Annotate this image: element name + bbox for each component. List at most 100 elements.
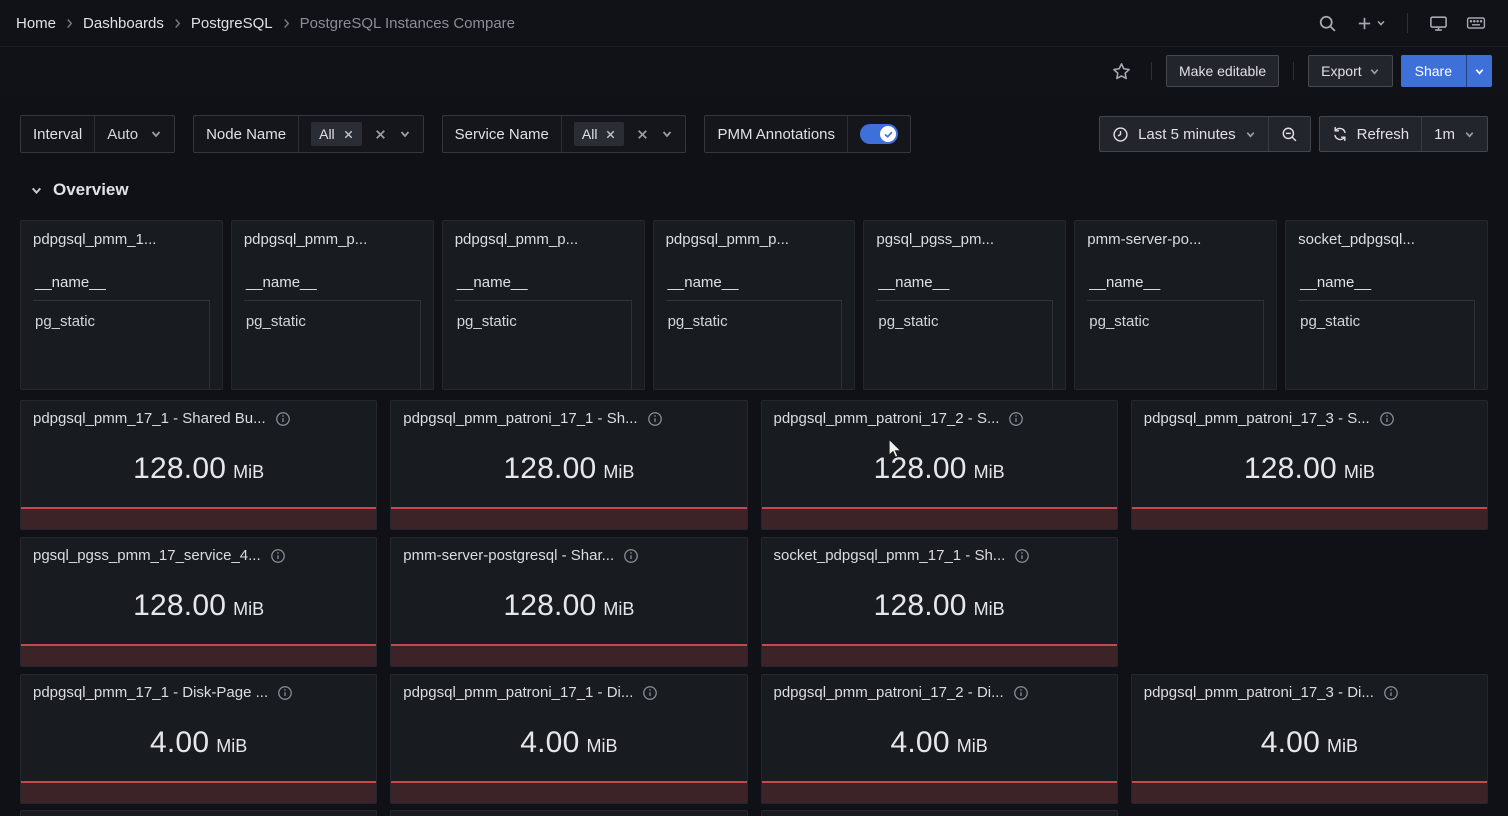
panel-top-edge [761,810,1118,816]
panel-title[interactable]: pmm-server-postgresql - Shar... [403,547,614,564]
monitor-button[interactable] [1422,7,1454,39]
table-column-header: __name__ [1298,274,1475,301]
info-icon[interactable] [1008,411,1024,427]
panel-title[interactable]: pdpgsql_pmm_17_1 - Disk-Page ... [33,684,268,701]
make-editable-button[interactable]: Make editable [1166,55,1279,87]
chevron-down-icon[interactable] [661,128,673,140]
panel-title[interactable]: pgsql_pgss_pm... [864,221,1065,248]
close-icon[interactable] [343,129,354,140]
info-icon[interactable] [1013,685,1029,701]
stat-sparkline-bar [762,644,1117,666]
pmm-annotations-toggle[interactable] [860,124,898,144]
variable-filters: Interval Auto Node Name All [20,115,911,153]
time-range-label: Last 5 minutes [1138,126,1236,143]
node-name-chip[interactable]: All [311,122,362,146]
panel-title[interactable]: pdpgsql_pmm_patroni_17_2 - S... [774,410,1000,427]
export-button[interactable]: Export [1308,55,1392,87]
stat-sparkline-bar [21,644,376,666]
chevron-right-icon [280,17,293,30]
panel-title[interactable]: socket_pdpgsql... [1286,221,1487,248]
refresh-interval-button[interactable]: 1m [1421,117,1487,151]
stat-sparkline-bar [391,781,746,803]
interval-value: Auto [107,126,138,143]
info-icon[interactable] [1383,685,1399,701]
dashboard-toolbar: Make editable Export Share [0,47,1508,95]
refresh-interval-value: 1m [1434,126,1455,143]
search-icon [1318,14,1337,33]
clock-icon [1112,126,1129,143]
share-button[interactable]: Share [1401,55,1466,87]
toggle-knob [880,126,896,142]
share-menu-button[interactable] [1466,55,1492,87]
chevron-down-icon [1464,129,1475,140]
breadcrumb-dashboards[interactable]: Dashboards [83,15,164,32]
info-icon[interactable] [647,411,663,427]
name-panel: pdpgsql_pmm_p... __name__ pg_static [653,220,856,390]
keyboard-icon [1466,13,1486,33]
clear-icon[interactable] [374,128,387,141]
node-name-control: Node Name All [193,115,424,153]
panel-title[interactable]: pdpgsql_pmm_patroni_17_2 - Di... [774,684,1004,701]
table-column-header: __name__ [455,274,632,301]
panel-title[interactable]: pdpgsql_pmm_patroni_17_3 - Di... [1144,684,1374,701]
add-button[interactable] [1349,7,1393,39]
chevron-down-icon [1474,66,1485,77]
panel-title[interactable]: pdpgsql_pmm_patroni_17_3 - S... [1144,410,1370,427]
stat-value: 4.00MiB [391,726,746,760]
make-editable-label: Make editable [1179,63,1266,79]
panel-title[interactable]: pdpgsql_pmm_p... [654,221,855,248]
chevron-down-icon [1245,129,1256,140]
info-icon[interactable] [275,411,291,427]
panel-title[interactable]: pmm-server-po... [1075,221,1276,248]
panel-title[interactable]: socket_pdpgsql_pmm_17_1 - Sh... [774,547,1006,564]
name-panel: socket_pdpgsql... __name__ pg_static [1285,220,1488,390]
info-icon[interactable] [623,548,639,564]
node-name-select[interactable]: All [299,116,423,152]
app-header: Home Dashboards PostgreSQL PostgreSQL In… [0,0,1508,47]
stat-sparkline-bar [21,781,376,803]
time-range-button[interactable]: Last 5 minutes [1100,117,1268,151]
monitor-icon [1429,14,1448,33]
info-icon[interactable] [642,685,658,701]
table-cell: pg_static [666,301,842,330]
info-icon[interactable] [1379,411,1395,427]
service-name-control: Service Name All [442,115,687,153]
close-icon[interactable] [605,129,616,140]
keyboard-shortcuts-button[interactable] [1460,7,1492,39]
chevron-down-icon[interactable] [399,128,411,140]
info-icon[interactable] [270,548,286,564]
favorite-button[interactable] [1105,55,1137,87]
panel-title[interactable]: pdpgsql_pmm_patroni_17_1 - Di... [403,684,633,701]
chevron-right-icon [171,17,184,30]
plus-icon [1356,15,1373,32]
overview-section-toggle[interactable]: Overview [20,175,1488,205]
time-picker-group: Last 5 minutes [1099,116,1311,152]
panel-title[interactable]: pdpgsql_pmm_1... [21,221,222,248]
panel-title[interactable]: pgsql_pgss_pmm_17_service_4... [33,547,261,564]
breadcrumb: Home Dashboards PostgreSQL PostgreSQL In… [16,15,515,32]
interval-select[interactable]: Auto [95,116,174,152]
stat-value: 128.00MiB [762,452,1117,486]
zoom-out-button[interactable] [1268,117,1310,151]
empty-grid-cell [1131,810,1488,816]
panel-title[interactable]: pdpgsql_pmm_17_1 - Shared Bu... [33,410,266,427]
breadcrumb-home[interactable]: Home [16,15,56,32]
panel-title[interactable]: pdpgsql_pmm_p... [443,221,644,248]
service-name-chip[interactable]: All [574,122,625,146]
search-button[interactable] [1311,7,1343,39]
info-icon[interactable] [277,685,293,701]
table-cell: pg_static [455,301,631,330]
panel-title[interactable]: pdpgsql_pmm_patroni_17_1 - Sh... [403,410,637,427]
service-name-select[interactable]: All [562,116,686,152]
stat-panel: pdpgsql_pmm_patroni_17_3 - Di... 4.00MiB [1131,674,1488,804]
node-name-chip-label: All [319,126,335,142]
breadcrumb-postgresql[interactable]: PostgreSQL [191,15,273,32]
info-icon[interactable] [1014,548,1030,564]
name-table: __name__ pg_static [33,274,210,390]
refresh-button[interactable]: Refresh [1320,117,1422,151]
stat-value: 128.00MiB [21,589,376,623]
panel-title[interactable]: pdpgsql_pmm_p... [232,221,433,248]
clear-icon[interactable] [636,128,649,141]
refresh-icon [1332,126,1348,142]
chevron-down-icon[interactable] [150,128,162,140]
